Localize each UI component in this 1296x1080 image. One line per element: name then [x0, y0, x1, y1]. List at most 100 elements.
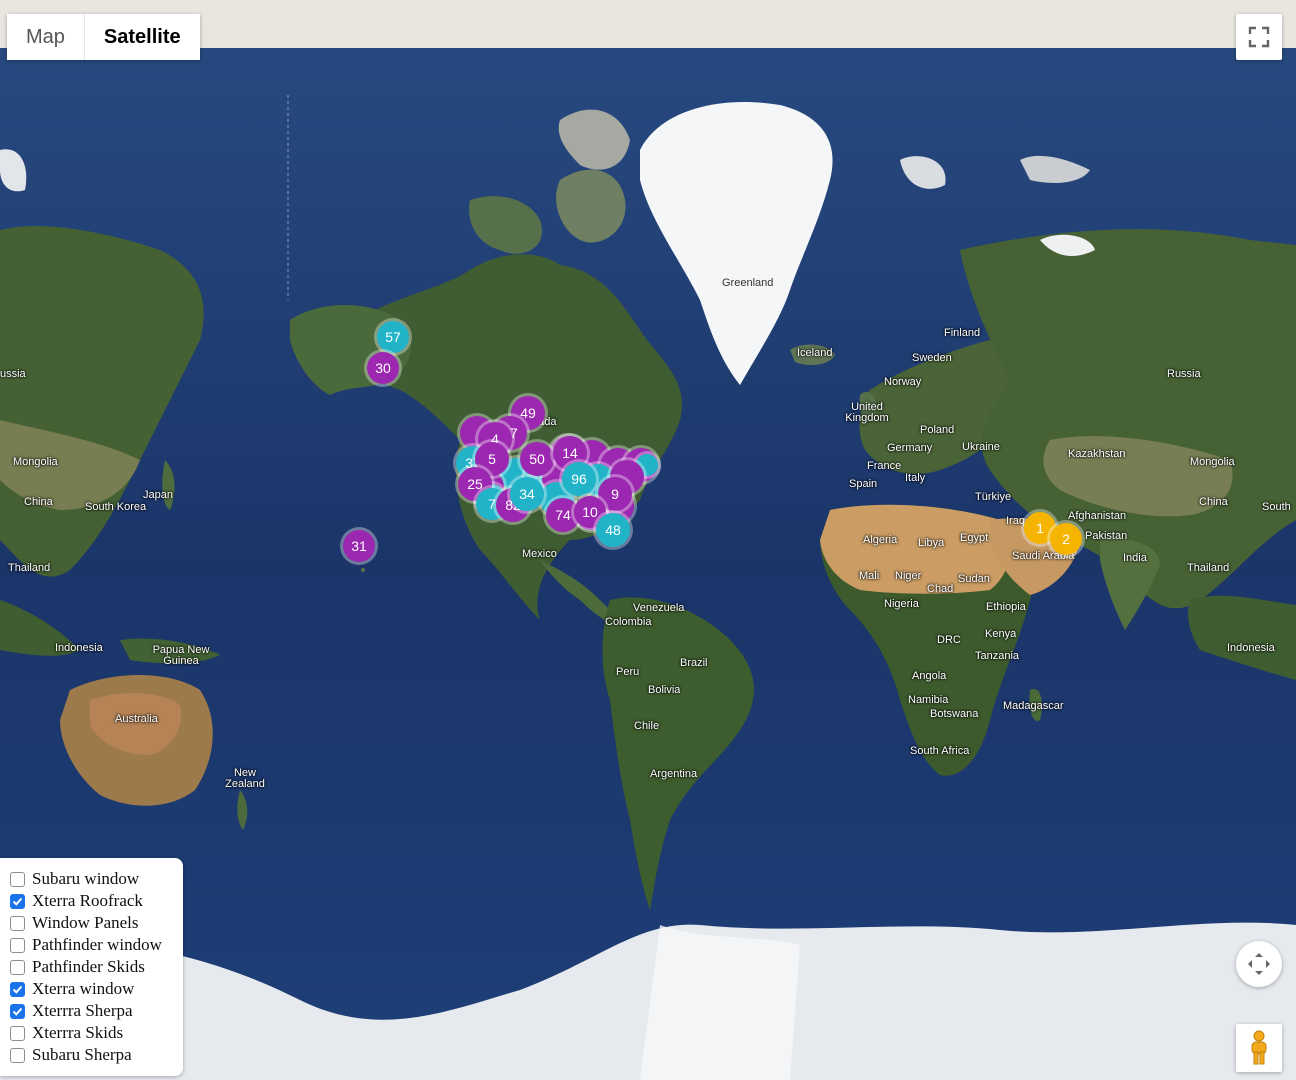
place-label: United Kingdom [845, 401, 889, 424]
place-label: Germany [887, 442, 933, 454]
place-label: Libya [918, 537, 945, 549]
legend-label: Xterrra Sherpa [32, 1001, 133, 1020]
place-label: Venezuela [633, 602, 685, 614]
legend-label: Subaru window [32, 869, 140, 888]
legend-item[interactable]: Xterrra Sherpa [10, 1000, 183, 1022]
place-label: Tanzania [975, 650, 1020, 662]
checkbox[interactable] [10, 1003, 25, 1019]
satellite-map[interactable] [0, 48, 1296, 1080]
place-label: Finland [944, 327, 981, 339]
legend-label: Pathfinder Skids [32, 957, 145, 976]
legend-item[interactable]: Subaru Sherpa [10, 1044, 183, 1066]
place-label: Bolivia [648, 684, 681, 696]
place-label: Poland [920, 424, 955, 436]
recenter-button[interactable] [1236, 941, 1282, 987]
place-label: Madagascar [1003, 700, 1064, 712]
legend-label: Xterrra Skids [32, 1023, 124, 1042]
place-label: ussia [0, 368, 26, 380]
checkbox[interactable] [10, 1047, 25, 1063]
checkbox[interactable] [10, 915, 25, 931]
legend-item[interactable]: Pathfinder window [10, 934, 183, 956]
checkbox[interactable] [10, 893, 25, 909]
place-label: Mexico [522, 548, 557, 560]
place-label: Chile [634, 720, 660, 732]
cluster-marker[interactable]: 57 [377, 321, 409, 353]
cluster-marker[interactable]: 48 [596, 513, 630, 547]
checkbox[interactable] [10, 981, 25, 997]
place-label: Thailand [1187, 562, 1230, 574]
place-label: Pakistan [1085, 530, 1128, 542]
checkbox[interactable] [10, 871, 25, 887]
place-label: Japan [143, 489, 173, 501]
fullscreen-button[interactable] [1236, 14, 1282, 60]
place-label: China [24, 496, 53, 508]
cluster-marker[interactable]: 96 [562, 462, 596, 496]
place-label: Algeria [863, 534, 898, 546]
cluster-marker[interactable]: 34 [510, 477, 544, 511]
place-label: Namibia [908, 694, 949, 706]
place-label: Ethiopia [986, 601, 1026, 613]
place-label: Iraq [1006, 515, 1025, 527]
place-label: Botswana [930, 708, 979, 720]
check-icon [12, 985, 23, 994]
place-label: Papua New Guinea [152, 644, 210, 667]
place-label: Chad [927, 583, 954, 595]
place-label: DRC [937, 634, 961, 646]
pegman-icon [1251, 1030, 1267, 1065]
cluster-marker[interactable]: 2 [1050, 523, 1082, 555]
place-label: South Africa [910, 745, 970, 757]
cluster-marker[interactable]: 30 [367, 352, 399, 384]
place-label: Nigeria [884, 598, 919, 610]
place-label: Kenya [985, 628, 1017, 640]
place-label: Niger [895, 570, 922, 582]
place-label: Sweden [912, 352, 952, 364]
satellite-button[interactable]: Satellite [84, 14, 200, 60]
legend-item[interactable]: Subaru window [10, 868, 183, 890]
place-label: Thailand [8, 562, 51, 574]
place-label: Egypt [960, 532, 989, 544]
place-label: India [1123, 552, 1147, 564]
place-label: Australia [115, 713, 158, 725]
legend-item[interactable]: Window Panels [10, 912, 183, 934]
layer-legend: Subaru window Xterra Roofrack Window Pan… [0, 858, 183, 1076]
place-label: Iceland [797, 347, 833, 359]
street-view-button[interactable] [1236, 1024, 1282, 1072]
checkbox[interactable] [10, 937, 25, 953]
place-label: France [867, 460, 902, 472]
place-label: Colombia [605, 616, 652, 628]
place-label: China [1199, 496, 1228, 508]
place-label: Kazakhstan [1068, 448, 1126, 460]
map-app: Greenland Finland Sweden Norway Iceland … [0, 0, 1296, 1080]
cluster-marker[interactable]: 31 [343, 530, 375, 562]
place-label: South Korea [85, 501, 147, 513]
place-label: Spain [849, 478, 878, 490]
place-label: Indonesia [55, 642, 103, 654]
place-label: Greenland [722, 277, 774, 289]
place-label: Brazil [680, 657, 708, 669]
place-label: Sudan [958, 573, 990, 585]
place-label: Türkiye [975, 491, 1012, 503]
cluster-marker[interactable]: 50 [520, 442, 554, 476]
place-label: Mali [859, 570, 880, 582]
map-button[interactable]: Map [7, 14, 84, 60]
place-label: Mongolia [1190, 456, 1235, 468]
legend-item[interactable]: Pathfinder Skids [10, 956, 183, 978]
recenter-icon [1248, 953, 1270, 975]
legend-label: Pathfinder window [32, 935, 162, 954]
place-label: Peru [616, 666, 640, 678]
legend-item[interactable]: Xterrra Skids [10, 1022, 183, 1044]
legend-item[interactable]: Xterra Roofrack [10, 890, 183, 912]
place-label: Indonesia [1227, 642, 1275, 654]
place-label: South [1262, 501, 1291, 513]
fullscreen-icon [1248, 26, 1270, 48]
checkbox[interactable] [10, 959, 25, 975]
map-imagery [0, 48, 1296, 1080]
check-icon [12, 897, 23, 906]
map-type-control: Map Satellite [7, 14, 200, 60]
legend-item[interactable]: Xterra window [10, 978, 183, 1000]
place-label: Angola [912, 670, 947, 682]
place-label: Mongolia [13, 456, 58, 468]
checkbox[interactable] [10, 1025, 25, 1041]
place-label: New Zealand [225, 767, 265, 790]
place-label: Russia [1167, 368, 1201, 380]
